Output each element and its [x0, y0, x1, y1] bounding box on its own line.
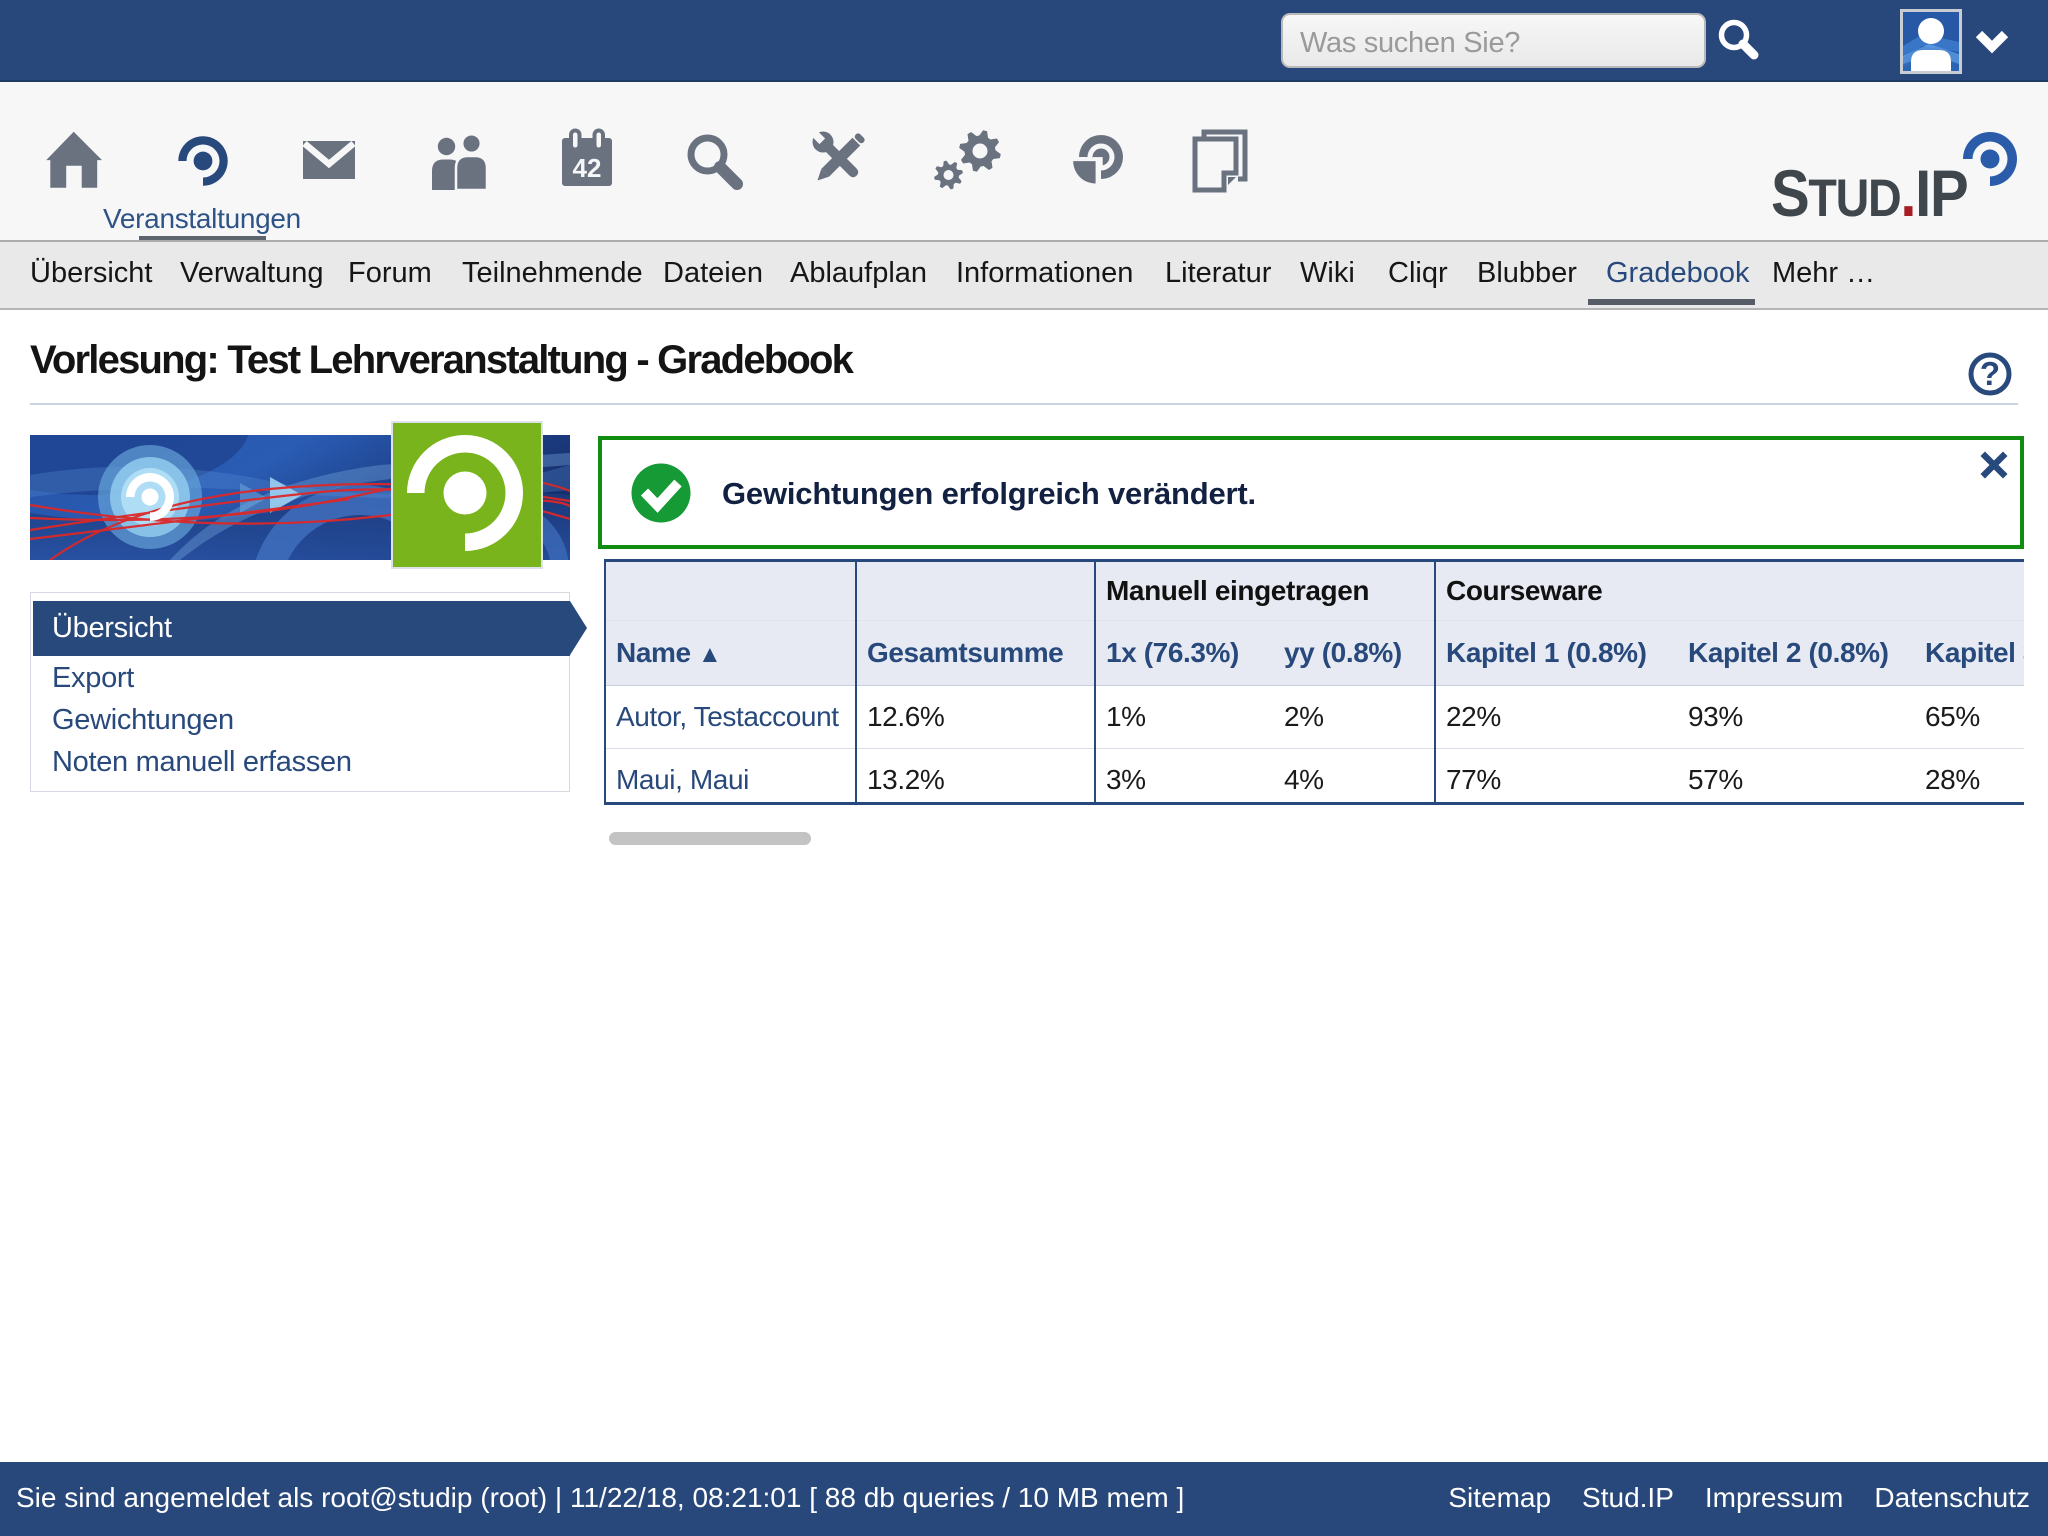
svg-text:?: ? [1980, 355, 2000, 392]
svg-text:42: 42 [573, 153, 602, 183]
